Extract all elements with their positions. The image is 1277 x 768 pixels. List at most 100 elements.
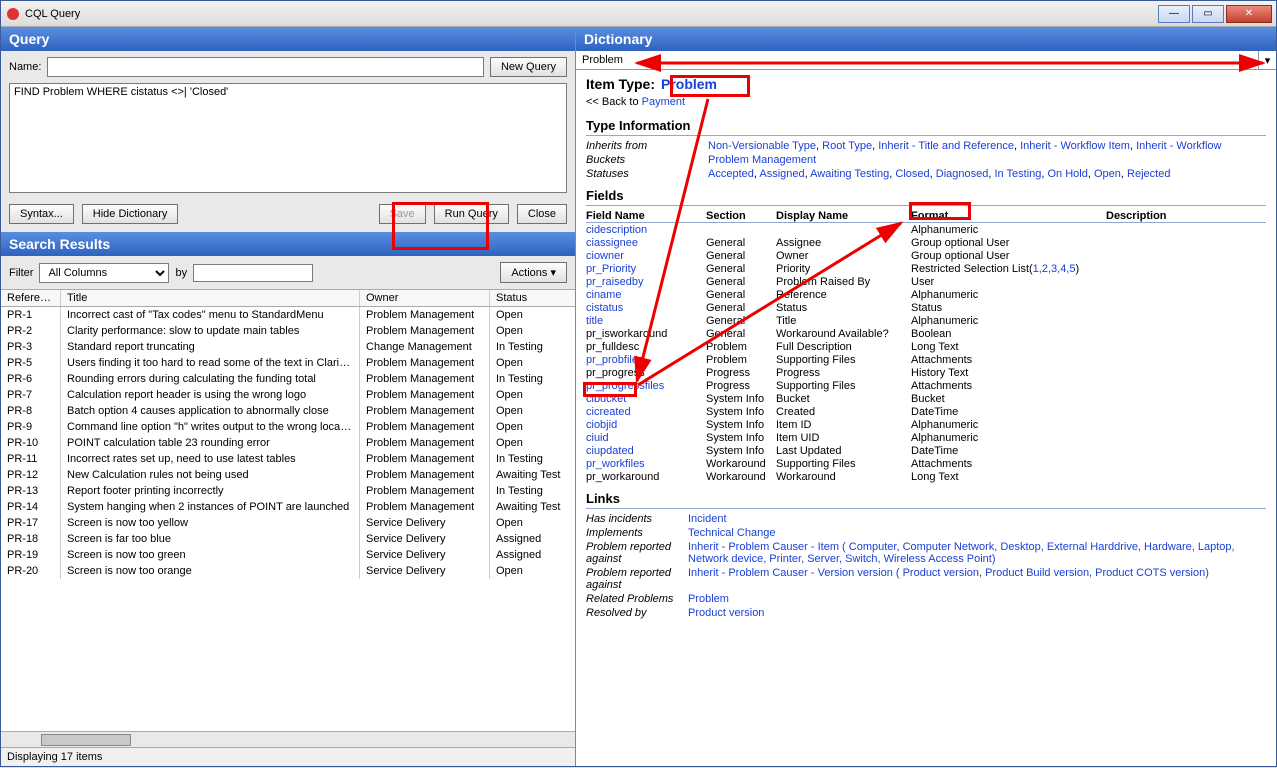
table-row[interactable]: PR-6Rounding errors during calculating t… [1, 371, 575, 387]
field-name-link[interactable]: ciobjid [586, 419, 617, 431]
table-row[interactable]: PR-19Screen is now too greenService Deli… [1, 547, 575, 563]
field-name-link[interactable]: pr_raisedby [586, 276, 643, 288]
field-name-link[interactable]: pr_progressfiles [586, 380, 664, 392]
cell-title: System hanging when 2 instances of POINT… [61, 499, 360, 515]
dict-link[interactable]: Inherit - Title and Reference [878, 140, 1014, 152]
field-name-link[interactable]: pr_probfiles [586, 354, 643, 366]
table-row[interactable]: PR-8Batch option 4 causes application to… [1, 403, 575, 419]
link-value[interactable]: Inherit - Problem Causer - Item ( Comput… [688, 541, 1235, 565]
run-query-button[interactable]: Run Query [434, 204, 509, 224]
hide-dictionary-button[interactable]: Hide Dictionary [82, 204, 179, 224]
col-status[interactable]: Status [490, 290, 575, 306]
field-desc [1106, 406, 1176, 418]
table-row[interactable]: PR-1Incorrect cast of "Tax codes" menu t… [1, 307, 575, 323]
field-display: Supporting Files [776, 458, 911, 470]
cell-ref: PR-11 [1, 451, 61, 467]
new-query-button[interactable]: New Query [490, 57, 567, 77]
field-section: Progress [706, 367, 776, 379]
field-name-link[interactable]: title [586, 315, 603, 327]
format-link[interactable]: 1,2,3,4,5 [1033, 263, 1076, 275]
link-value[interactable]: Technical Change [688, 527, 775, 539]
field-format: Attachments [911, 380, 1106, 392]
close-window-button[interactable]: ✕ [1226, 5, 1272, 23]
dict-link[interactable]: Accepted [708, 168, 754, 180]
name-input[interactable] [47, 57, 484, 77]
cell-status: Open [490, 323, 575, 339]
dict-link[interactable]: On Hold [1048, 168, 1088, 180]
dict-link[interactable]: Inherit - Workflow Item [1020, 140, 1130, 152]
dict-link[interactable]: Rejected [1127, 168, 1170, 180]
table-row[interactable]: PR-17Screen is now too yellowService Del… [1, 515, 575, 531]
col-owner[interactable]: Owner [360, 290, 490, 306]
table-row[interactable]: PR-7Calculation report header is using t… [1, 387, 575, 403]
field-name-link[interactable]: ciassignee [586, 237, 638, 249]
table-row[interactable]: PR-10POINT calculation table 23 rounding… [1, 435, 575, 451]
dictionary-content[interactable]: Item Type: Problem << Back to Payment Ty… [576, 70, 1276, 766]
dict-link[interactable]: Diagnosed [936, 168, 989, 180]
field-name-link[interactable]: pr_Priority [586, 263, 636, 275]
results-table-body[interactable]: PR-1Incorrect cast of "Tax codes" menu t… [1, 307, 575, 731]
cell-owner: Problem Management [360, 499, 490, 515]
cell-ref: PR-8 [1, 403, 61, 419]
dict-link[interactable]: Awaiting Testing [810, 168, 889, 180]
item-type-link[interactable]: Problem [661, 76, 717, 92]
field-section: General [706, 263, 776, 275]
table-row[interactable]: PR-14System hanging when 2 instances of … [1, 499, 575, 515]
link-label: Resolved by [586, 607, 688, 619]
table-row[interactable]: PR-20Screen is now too orangeService Del… [1, 563, 575, 579]
dict-link[interactable]: In Testing [994, 168, 1041, 180]
field-desc [1106, 393, 1176, 405]
link-value[interactable]: Inherit - Problem Causer - Version versi… [688, 567, 1209, 579]
horizontal-scrollbar[interactable] [1, 731, 575, 747]
field-name-link[interactable]: cibucket [586, 393, 626, 405]
dict-link[interactable]: Problem Management [708, 154, 816, 166]
filter-select[interactable]: All Columns [39, 263, 169, 283]
cql-textarea[interactable]: FIND Problem WHERE cistatus <>| 'Closed' [9, 83, 567, 193]
field-format: Status [911, 302, 1106, 314]
table-row[interactable]: PR-2Clarity performance: slow to update … [1, 323, 575, 339]
field-name-link[interactable]: cidescription [586, 224, 647, 236]
table-row[interactable]: PR-13Report footer printing incorrectlyP… [1, 483, 575, 499]
field-name-link[interactable]: cicreated [586, 406, 631, 418]
field-name-link[interactable]: ciuid [586, 432, 609, 444]
field-desc [1106, 250, 1176, 262]
field-name-link[interactable]: pr_workfiles [586, 458, 645, 470]
dict-link[interactable]: Open [1094, 168, 1121, 180]
link-value[interactable]: Incident [688, 513, 727, 525]
table-row[interactable]: PR-5Users finding it too hard to read so… [1, 355, 575, 371]
dict-link[interactable]: Non-Versionable Type [708, 140, 816, 152]
minimize-button[interactable]: — [1158, 5, 1190, 23]
col-title[interactable]: Title [61, 290, 360, 306]
dict-link[interactable]: Inherit - Workflow [1136, 140, 1221, 152]
field-name-link[interactable]: cistatus [586, 302, 623, 314]
table-row[interactable]: PR-9Command line option "h" writes outpu… [1, 419, 575, 435]
maximize-button[interactable]: ▭ [1192, 5, 1224, 23]
dict-link[interactable]: Root Type [822, 140, 872, 152]
field-name-link[interactable]: ciupdated [586, 445, 634, 457]
table-row[interactable]: PR-11Incorrect rates set up, need to use… [1, 451, 575, 467]
filter-by-input[interactable] [193, 264, 313, 282]
syntax-button[interactable]: Syntax... [9, 204, 74, 224]
field-name-link[interactable]: ciowner [586, 250, 624, 262]
field-format: Long Text [911, 471, 1106, 483]
field-format: Group optional User [911, 237, 1106, 249]
status-line: Displaying 17 items [1, 747, 575, 766]
cell-owner: Problem Management [360, 467, 490, 483]
field-name-link[interactable]: ciname [586, 289, 621, 301]
dict-link[interactable]: Assigned [759, 168, 804, 180]
table-row[interactable]: PR-18Screen is far too blueService Deliv… [1, 531, 575, 547]
col-reference[interactable]: Reference [1, 290, 61, 306]
table-row[interactable]: PR-12New Calculation rules not being use… [1, 467, 575, 483]
dictionary-selector[interactable]: Problem [576, 51, 1258, 69]
link-value[interactable]: Product version [688, 607, 764, 619]
close-button[interactable]: Close [517, 204, 567, 224]
save-button[interactable]: Save [379, 204, 426, 224]
cell-status: Open [490, 307, 575, 323]
table-row[interactable]: PR-3Standard report truncatingChange Man… [1, 339, 575, 355]
field-format: DateTime [911, 406, 1106, 418]
actions-button[interactable]: Actions ▾ [500, 262, 567, 283]
back-link[interactable]: Payment [642, 96, 685, 108]
link-value[interactable]: Problem [688, 593, 729, 605]
dictionary-dropdown-button[interactable]: ▾ [1258, 51, 1276, 69]
dict-link[interactable]: Closed [895, 168, 929, 180]
